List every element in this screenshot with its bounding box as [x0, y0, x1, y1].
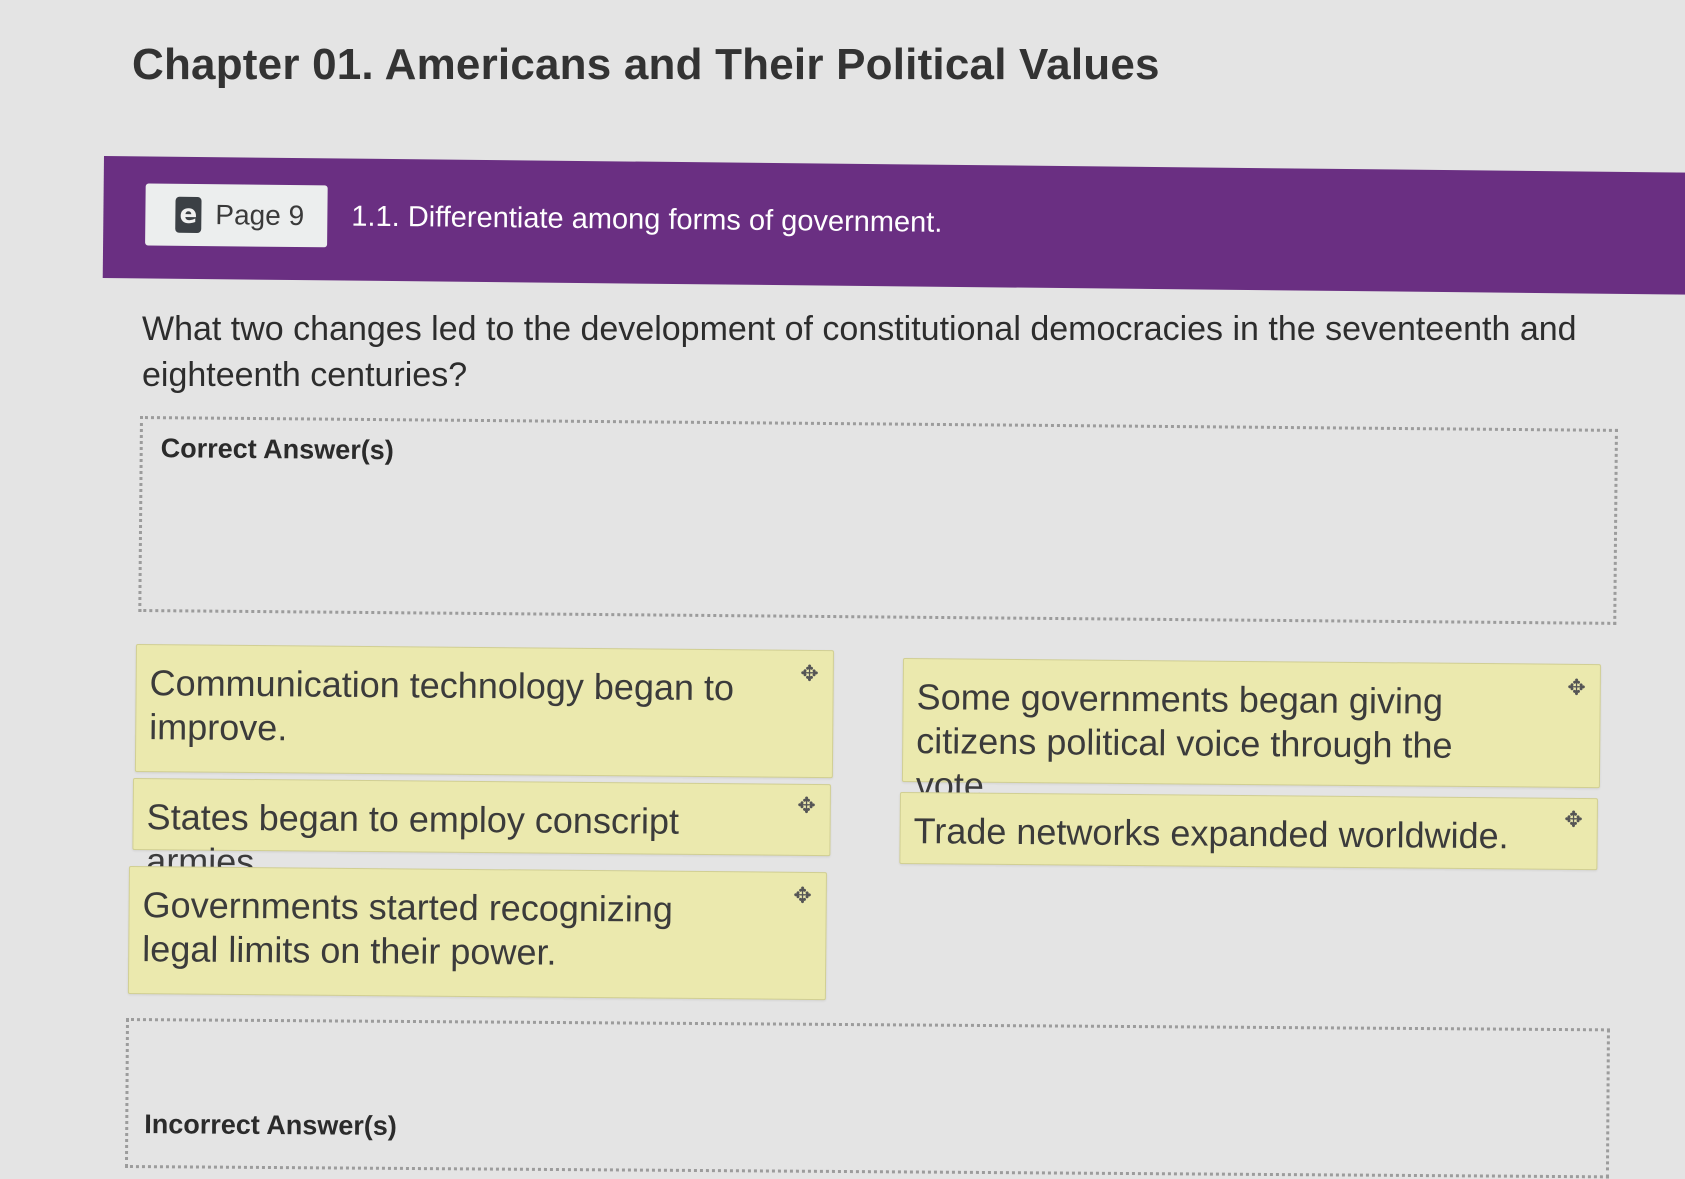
- incorrect-answers-drop-zone[interactable]: Incorrect Answer(s): [124, 1018, 1610, 1179]
- page-number-label: Page 9: [215, 199, 305, 232]
- answer-card-text: Some governments began giving citizens p…: [915, 676, 1453, 806]
- move-icon[interactable]: ✥: [800, 661, 819, 686]
- learning-objective-text: 1.1. Differentiate among forms of govern…: [351, 200, 943, 239]
- answer-card-text: Governments started recognizing legal li…: [142, 884, 674, 973]
- page-title: Chapter 01. Americans and Their Politica…: [132, 40, 1160, 89]
- answer-card-text: Trade networks expanded worldwide.: [913, 810, 1509, 857]
- answer-card-legal-limits[interactable]: Governments started recognizing legal li…: [127, 866, 827, 1001]
- correct-answers-label: Correct Answer(s): [160, 433, 394, 466]
- learning-objective-banner: e Page 9 1.1. Differentiate among forms …: [102, 156, 1685, 295]
- move-icon[interactable]: ✥: [797, 793, 816, 818]
- incorrect-answers-label: Incorrect Answer(s): [144, 1109, 397, 1141]
- answer-card-conscript-armies[interactable]: States began to employ conscript armies.…: [132, 778, 831, 882]
- answer-card-communication-technology[interactable]: Communication technology began to improv…: [134, 644, 834, 779]
- question-prompt: What two changes led to the development …: [142, 310, 1577, 394]
- answer-card-text: Communication technology began to improv…: [149, 662, 735, 749]
- answer-card-citizens-vote[interactable]: Some governments began giving citizens p…: [901, 658, 1601, 806]
- move-icon[interactable]: ✥: [1564, 807, 1583, 832]
- ebook-page-link[interactable]: e Page 9: [145, 183, 328, 248]
- move-icon[interactable]: ✥: [1567, 675, 1586, 700]
- correct-answers-drop-zone[interactable]: Correct Answer(s): [138, 416, 1618, 625]
- move-icon[interactable]: ✥: [793, 883, 812, 908]
- ebook-icon: e: [175, 196, 202, 234]
- answer-card-trade-networks[interactable]: Trade networks expanded worldwide. ✥: [899, 792, 1598, 871]
